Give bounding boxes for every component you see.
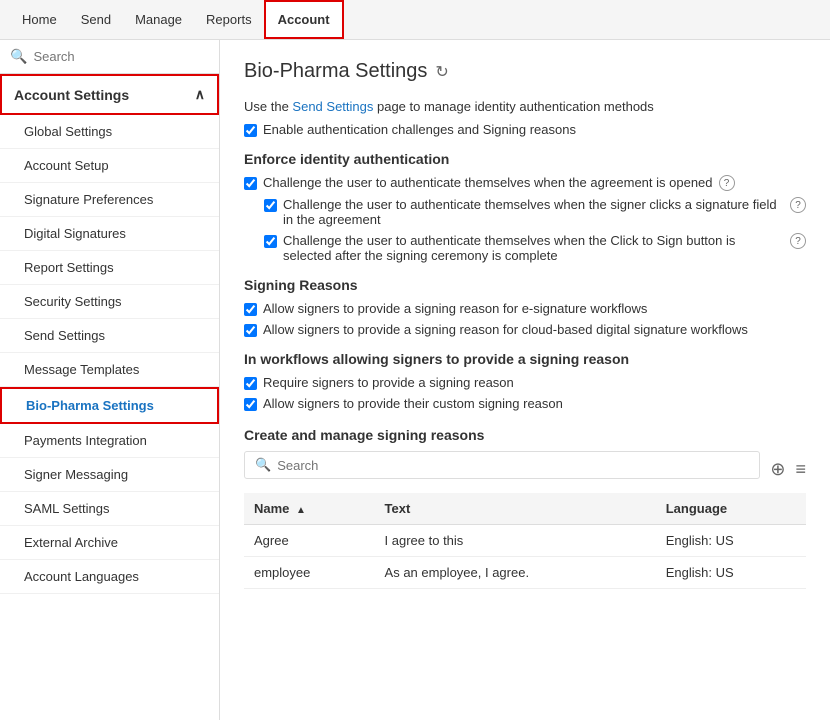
- table-search-bar: 🔍: [244, 451, 760, 479]
- sidebar-item-signer-messaging[interactable]: Signer Messaging: [0, 458, 219, 492]
- signing-reason-checkbox-2: Allow signers to provide a signing reaso…: [244, 322, 806, 337]
- sort-icon-name: ▲: [296, 505, 306, 516]
- enforce-heading: Enforce identity authentication: [244, 151, 806, 167]
- signing-reason-checkbox-1-input[interactable]: [244, 303, 257, 316]
- workflow-checkbox-2-input[interactable]: [244, 398, 257, 411]
- sidebar-item-account-setup[interactable]: Account Setup: [0, 149, 219, 183]
- search-box: 🔍: [0, 40, 219, 74]
- help-icon-3[interactable]: ?: [790, 233, 806, 249]
- sidebar-section-label: Account Settings: [14, 87, 129, 103]
- sidebar-item-account-languages[interactable]: Account Languages: [0, 560, 219, 594]
- workflow-checkbox-1: Require signers to provide a signing rea…: [244, 375, 806, 390]
- signing-reason-checkbox-1: Allow signers to provide a signing reaso…: [244, 301, 806, 316]
- help-icon-1[interactable]: ?: [719, 175, 735, 191]
- nav-item-send[interactable]: Send: [69, 0, 123, 39]
- enforce-checkbox-1-label: Challenge the user to authenticate thems…: [263, 175, 713, 190]
- enable-auth-checkbox[interactable]: [244, 124, 257, 137]
- enforce-checkbox-3-input[interactable]: [264, 235, 277, 248]
- workflows-heading: In workflows allowing signers to provide…: [244, 351, 806, 367]
- table-search-icon: 🔍: [255, 457, 271, 473]
- signing-reason-checkbox-1-label: Allow signers to provide a signing reaso…: [263, 301, 647, 316]
- col-text[interactable]: Text: [375, 493, 656, 525]
- col-name[interactable]: Name ▲: [244, 493, 375, 525]
- chevron-up-icon: ∧: [195, 86, 205, 103]
- nav-item-account[interactable]: Account: [264, 0, 344, 39]
- top-nav: HomeSendManageReportsAccount: [0, 0, 830, 40]
- workflow-checkbox-1-input[interactable]: [244, 377, 257, 390]
- enforce-checkbox-2-label: Challenge the user to authenticate thems…: [283, 197, 784, 227]
- sidebar-item-payments-integration[interactable]: Payments Integration: [0, 424, 219, 458]
- signing-reasons-table: Name ▲ Text Language AgreeI agree to thi…: [244, 493, 806, 589]
- nav-items: HomeSendManageReportsAccount: [10, 0, 344, 39]
- table-body: AgreeI agree to thisEnglish: USemployeeA…: [244, 525, 806, 589]
- send-settings-link[interactable]: Send Settings: [292, 99, 373, 114]
- table-toolbar-icons: ⊕ ≡: [770, 459, 806, 480]
- col-language[interactable]: Language: [656, 493, 806, 525]
- sidebar-item-send-settings[interactable]: Send Settings: [0, 319, 219, 353]
- table-section: Create and manage signing reasons 🔍 ⊕ ≡: [244, 427, 806, 589]
- search-icon: 🔍: [10, 48, 27, 65]
- nav-item-reports[interactable]: Reports: [194, 0, 264, 39]
- menu-icon[interactable]: ≡: [795, 459, 806, 480]
- table-row: employeeAs an employee, I agree.English:…: [244, 557, 806, 589]
- enforce-checkbox-2-input[interactable]: [264, 199, 277, 212]
- workflow-checkbox-2-label: Allow signers to provide their custom si…: [263, 396, 563, 411]
- table-header: Name ▲ Text Language: [244, 493, 806, 525]
- enforce-checkbox-3: Challenge the user to authenticate thems…: [264, 233, 806, 263]
- workflow-checkbox-1-label: Require signers to provide a signing rea…: [263, 375, 514, 390]
- sidebar-item-saml-settings[interactable]: SAML Settings: [0, 492, 219, 526]
- top-checkbox-row: Enable authentication challenges and Sig…: [244, 122, 806, 137]
- page-title: Bio-Pharma Settings ↻: [244, 60, 806, 83]
- enforce-checkbox-1-input[interactable]: [244, 177, 257, 190]
- sidebar-item-global-settings[interactable]: Global Settings: [0, 115, 219, 149]
- description-text: Use the Send Settings page to manage ide…: [244, 99, 806, 114]
- add-icon[interactable]: ⊕: [770, 459, 785, 480]
- sidebar-item-security-settings[interactable]: Security Settings: [0, 285, 219, 319]
- sidebar-item-external-archive[interactable]: External Archive: [0, 526, 219, 560]
- top-checkbox-label: Enable authentication challenges and Sig…: [263, 122, 576, 137]
- desc-prefix: Use the: [244, 99, 292, 114]
- search-input[interactable]: [33, 49, 209, 64]
- table-cell-language: English: US: [656, 525, 806, 557]
- sidebar-item-digital-signatures[interactable]: Digital Signatures: [0, 217, 219, 251]
- sidebar-list: Global SettingsAccount SetupSignature Pr…: [0, 115, 219, 720]
- refresh-icon[interactable]: ↻: [435, 62, 448, 82]
- help-icon-2[interactable]: ?: [790, 197, 806, 213]
- sidebar-section-header[interactable]: Account Settings ∧: [0, 74, 219, 115]
- table-cell-name: Agree: [244, 525, 375, 557]
- workflow-checkbox-2: Allow signers to provide their custom si…: [244, 396, 806, 411]
- table-cell-language: English: US: [656, 557, 806, 589]
- table-cell-name: employee: [244, 557, 375, 589]
- nav-item-home[interactable]: Home: [10, 0, 69, 39]
- desc-suffix: page to manage identity authentication m…: [373, 99, 653, 114]
- enforce-checkbox-2: Challenge the user to authenticate thems…: [264, 197, 806, 227]
- sidebar-item-signature-preferences[interactable]: Signature Preferences: [0, 183, 219, 217]
- table-row: AgreeI agree to thisEnglish: US: [244, 525, 806, 557]
- signing-reason-checkbox-2-label: Allow signers to provide a signing reaso…: [263, 322, 748, 337]
- enforce-checkbox-1: Challenge the user to authenticate thems…: [244, 175, 806, 191]
- page-title-text: Bio-Pharma Settings: [244, 60, 427, 83]
- sidebar: 🔍 Account Settings ∧ Global SettingsAcco…: [0, 40, 220, 720]
- nav-item-manage[interactable]: Manage: [123, 0, 194, 39]
- table-cell-text: I agree to this: [375, 525, 656, 557]
- main-content: Bio-Pharma Settings ↻ Use the Send Setti…: [220, 40, 830, 720]
- sidebar-item-report-settings[interactable]: Report Settings: [0, 251, 219, 285]
- signing-reasons-heading: Signing Reasons: [244, 277, 806, 293]
- table-section-heading: Create and manage signing reasons: [244, 427, 806, 443]
- table-toolbar: 🔍 ⊕ ≡: [244, 451, 806, 487]
- sidebar-item-bio-pharma-settings[interactable]: Bio-Pharma Settings: [0, 387, 219, 424]
- table-cell-text: As an employee, I agree.: [375, 557, 656, 589]
- sidebar-item-message-templates[interactable]: Message Templates: [0, 353, 219, 387]
- enforce-checkbox-3-label: Challenge the user to authenticate thems…: [283, 233, 784, 263]
- signing-reason-checkbox-2-input[interactable]: [244, 324, 257, 337]
- table-search-input[interactable]: [277, 458, 749, 473]
